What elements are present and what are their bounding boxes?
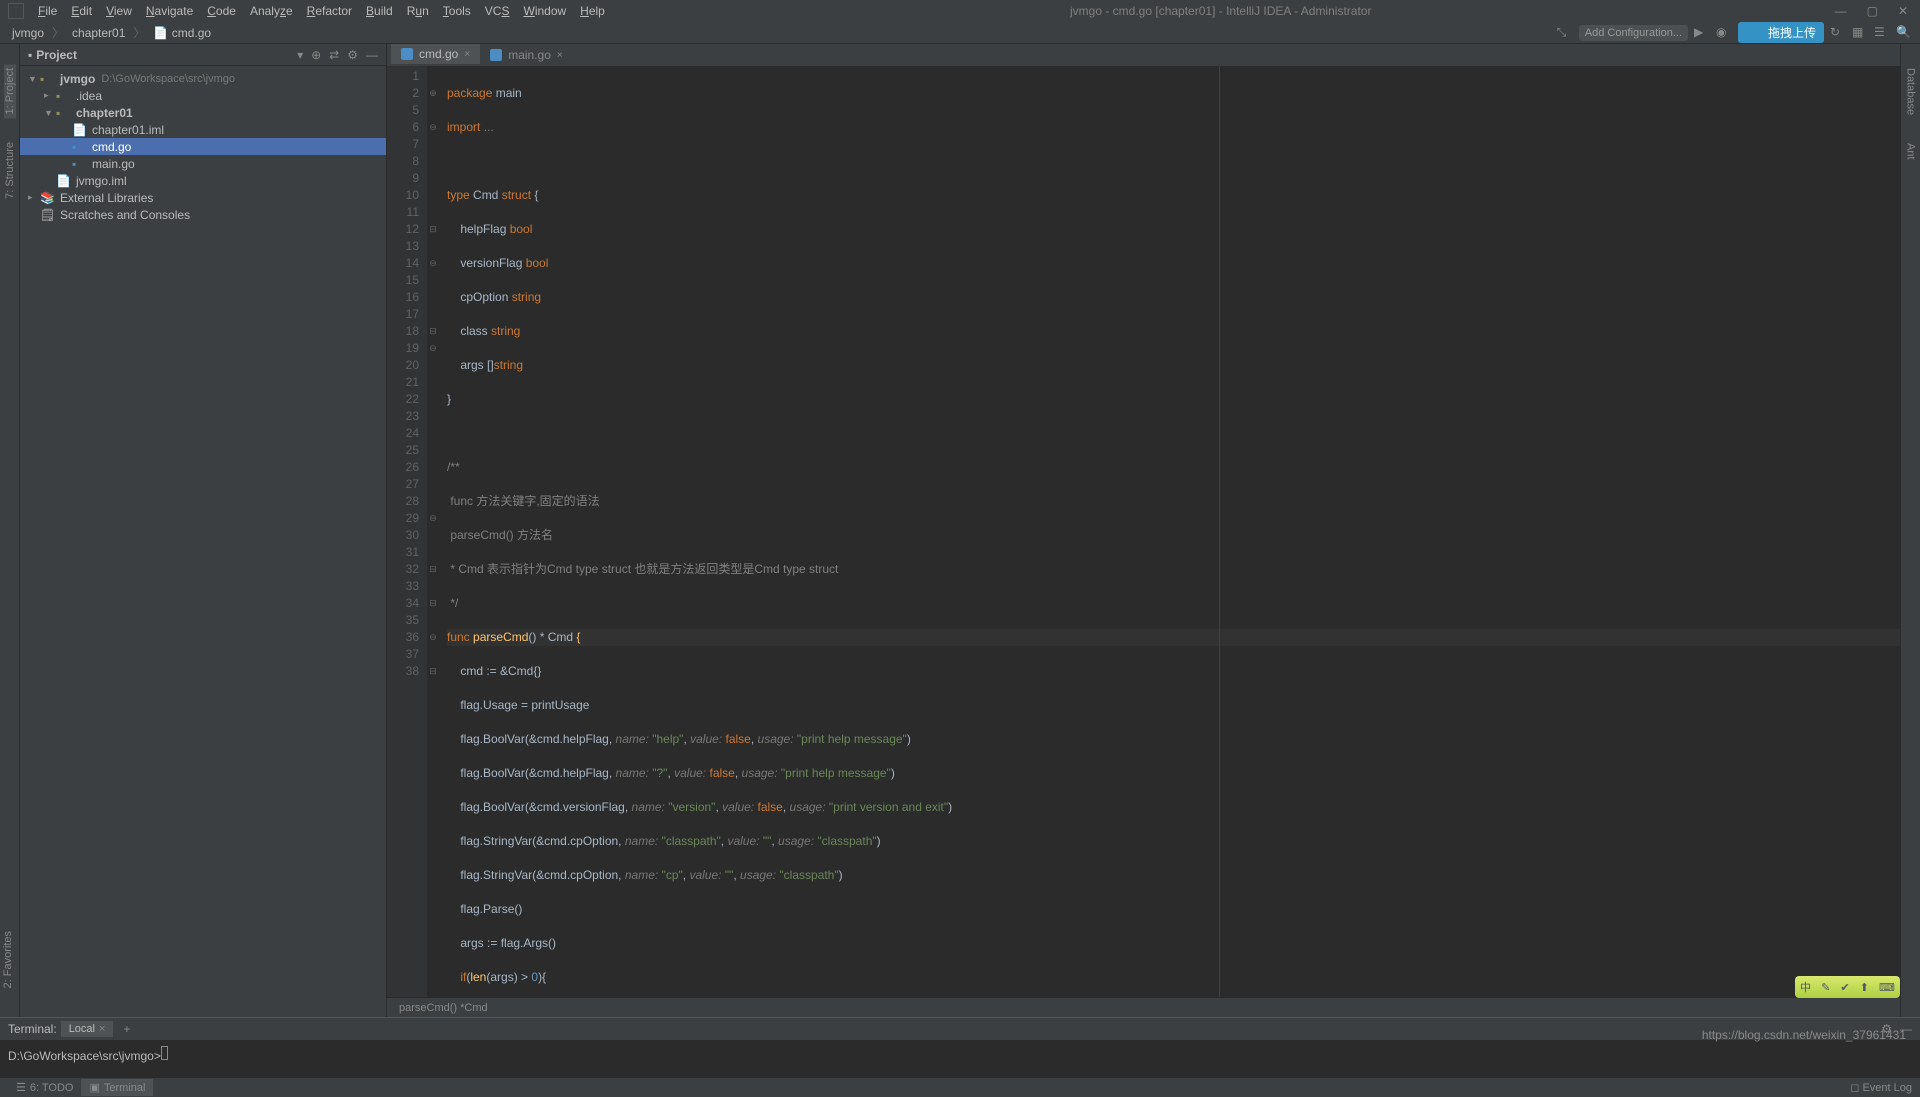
tab-cmd[interactable]: cmd.go×: [391, 44, 480, 66]
close-icon[interactable]: ✕: [1894, 4, 1912, 18]
menu-edit[interactable]: Edit: [65, 2, 98, 20]
settings-icon[interactable]: ⚙: [347, 48, 358, 62]
navbar: jvmgo〉 chapter01〉 📄 cmd.go ⤡ Add Configu…: [0, 22, 1920, 44]
terminal-tab-local[interactable]: Local×: [61, 1021, 114, 1037]
minimize-icon[interactable]: —: [1831, 4, 1851, 18]
terminal-panel: Terminal: Local× + ⚙ — D:\GoWorkspace\sr…: [0, 1017, 1920, 1077]
titlebar: File Edit View Navigate Code Analyze Ref…: [0, 0, 1920, 22]
ide-settings-icon[interactable]: ▦: [1852, 25, 1868, 41]
terminal-title: Terminal:: [8, 1022, 57, 1036]
menu-run[interactable]: Run: [401, 2, 435, 20]
structure-toolwindow-button[interactable]: 7: Structure: [4, 138, 16, 203]
project-structure-icon[interactable]: ☰: [1874, 25, 1890, 41]
update-icon[interactable]: ↻: [1830, 25, 1846, 41]
maximize-icon[interactable]: ▢: [1863, 4, 1882, 18]
terminal-button[interactable]: ▣ Terminal: [81, 1079, 153, 1096]
app-logo-icon: [8, 3, 24, 19]
hide-icon[interactable]: —: [366, 48, 378, 62]
tree-external[interactable]: ▸📚External Libraries: [20, 189, 386, 206]
project-panel: ▪ Project ▾ ⊕ ⇄ ⚙ — ▼▪jvmgoD:\GoWorkspac…: [20, 44, 387, 1017]
add-config-button[interactable]: Add Configuration...: [1579, 25, 1688, 41]
menu-refactor[interactable]: Refactor: [301, 2, 358, 20]
code-breadcrumb: parseCmd() *Cmd: [387, 997, 1900, 1017]
right-gutter: Database Ant: [1900, 44, 1920, 1017]
upload-button[interactable]: 拖拽上传: [1738, 22, 1824, 43]
terminal-header: Terminal: Local× + ⚙ —: [0, 1018, 1920, 1040]
tree-main-go[interactable]: ▪main.go: [20, 155, 386, 172]
menu-analyze[interactable]: Analyze: [244, 2, 299, 20]
event-log-button[interactable]: ◻ Event Log: [1850, 1081, 1912, 1094]
breadcrumb: jvmgo〉 chapter01〉 📄 cmd.go: [8, 24, 215, 42]
tabs: cmd.go× main.go×: [387, 44, 1900, 66]
tree-scratches[interactable]: 🗒Scratches and Consoles: [20, 206, 386, 223]
search-icon[interactable]: 🔍: [1896, 25, 1912, 41]
debug-icon[interactable]: ◉: [1716, 25, 1732, 41]
close-tab-icon[interactable]: ×: [464, 49, 470, 60]
menu-help[interactable]: Help: [574, 2, 611, 20]
line-gutter: 1256789101112131415161718192021222324252…: [387, 66, 427, 997]
menu-vcs[interactable]: VCS: [479, 2, 516, 20]
run-icon[interactable]: ▶: [1694, 25, 1710, 41]
tab-main[interactable]: main.go×: [480, 45, 573, 66]
tree-jvmgo-iml[interactable]: 📄jvmgo.iml: [20, 172, 386, 189]
cloud-icon: [1746, 26, 1764, 40]
todo-button[interactable]: ☰ 6: TODO: [8, 1079, 81, 1096]
add-terminal-icon[interactable]: +: [117, 1022, 136, 1036]
locate-icon[interactable]: ⊕: [311, 48, 321, 62]
crumb-1[interactable]: chapter01: [68, 24, 129, 42]
tree-root[interactable]: ▼▪jvmgoD:\GoWorkspace\src\jvmgo: [20, 70, 386, 87]
main: 1: Project 7: Structure ▪ Project ▾ ⊕ ⇄ …: [0, 44, 1920, 1017]
menu-tools[interactable]: Tools: [437, 2, 477, 20]
project-toolwindow-button[interactable]: 1: Project: [4, 64, 16, 118]
go-file-icon: [490, 49, 502, 61]
collapse-icon[interactable]: ⇄: [329, 48, 339, 62]
watermark: https://blog.csdn.net/weixin_37961431: [1702, 1028, 1906, 1042]
tree-cmd-go[interactable]: ▪cmd.go: [20, 138, 386, 155]
menu-file[interactable]: File: [32, 2, 63, 20]
editor-area: cmd.go× main.go× 12567891011121314151617…: [387, 44, 1900, 1017]
menu-build[interactable]: Build: [360, 2, 399, 20]
tree-chapter-iml[interactable]: 📄chapter01.iml: [20, 121, 386, 138]
code[interactable]: package main import ... type Cmd struct …: [439, 66, 1900, 997]
go-file-icon: [401, 48, 413, 60]
menu-navigate[interactable]: Navigate: [140, 2, 199, 20]
crumb-2[interactable]: 📄 cmd.go: [149, 24, 215, 42]
close-tab-icon[interactable]: ×: [557, 50, 563, 61]
ant-toolwindow-button[interactable]: Ant: [1905, 139, 1917, 164]
build-icon[interactable]: ⤡: [1557, 25, 1573, 41]
project-tree: ▼▪jvmgoD:\GoWorkspace\src\jvmgo ▸▪.idea …: [20, 66, 386, 227]
tree-idea[interactable]: ▸▪.idea: [20, 87, 386, 104]
terminal-body[interactable]: D:\GoWorkspace\src\jvmgo>: [0, 1040, 1920, 1077]
panel-title: Project: [36, 48, 297, 62]
window-controls: — ▢ ✕: [1831, 4, 1912, 18]
tree-chapter01[interactable]: ▼▪chapter01: [20, 104, 386, 121]
editor[interactable]: 1256789101112131415161718192021222324252…: [387, 66, 1900, 997]
menu-code[interactable]: Code: [201, 2, 242, 20]
left-gutter: 1: Project 7: Structure: [0, 44, 20, 1017]
fold-column: ⊕⊖⊟⊖⊟⊖⊖⊟⊟⊖⊟: [427, 66, 439, 997]
menu-view[interactable]: View: [100, 2, 138, 20]
crumb-0[interactable]: jvmgo: [8, 24, 48, 42]
favorites-toolwindow-button[interactable]: 2: Favorites: [2, 931, 14, 988]
database-toolwindow-button[interactable]: Database: [1905, 64, 1917, 119]
menu-window[interactable]: Window: [517, 2, 572, 20]
ime-toolbar[interactable]: 中✎✔⬆⌨: [1795, 976, 1900, 998]
window-title: jvmgo - cmd.go [chapter01] - IntelliJ ID…: [611, 4, 1831, 18]
statusbar: ☰ 6: TODO ▣ Terminal ◻ Event Log: [0, 1077, 1920, 1097]
menubar: File Edit View Navigate Code Analyze Ref…: [32, 2, 611, 20]
panel-header: ▪ Project ▾ ⊕ ⇄ ⚙ —: [20, 44, 386, 66]
